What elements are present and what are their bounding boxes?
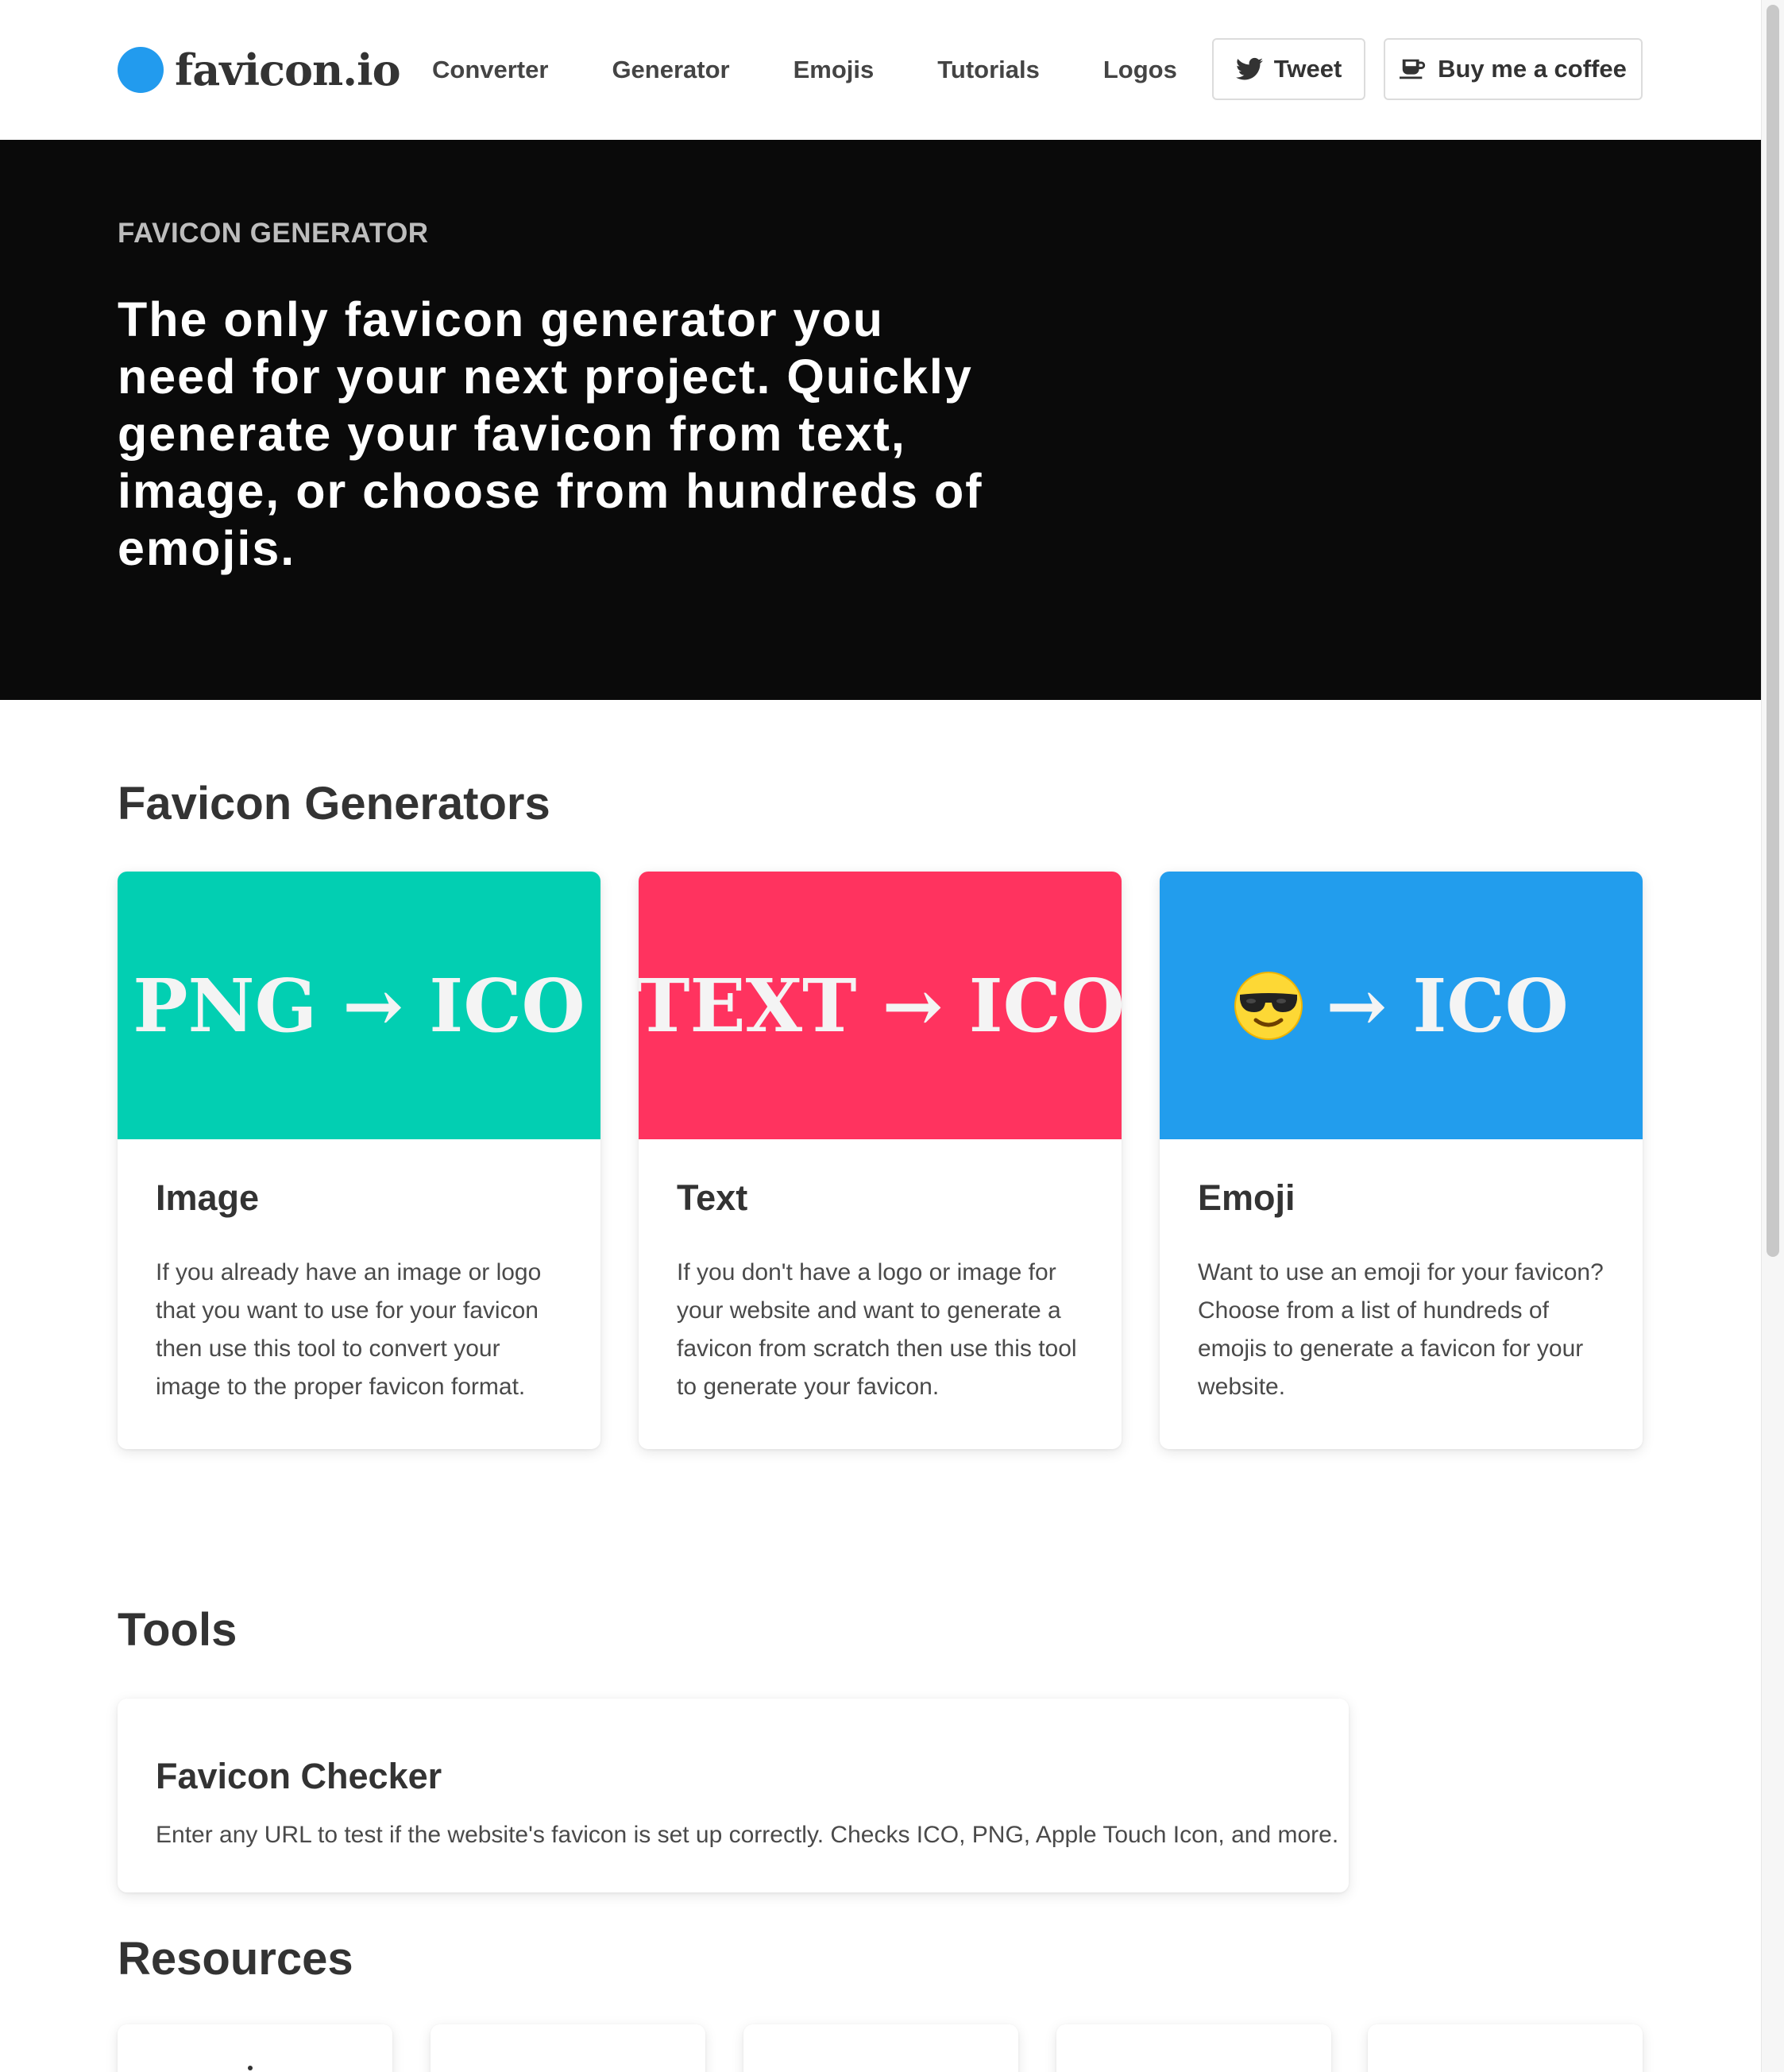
card-body: Text If you don't have a logo or image f… [639,1139,1122,1406]
sunglasses-emoji-icon [1234,971,1303,1041]
buy-me-a-coffee-button[interactable]: Buy me a coffee [1384,38,1643,100]
favicon-checker-card[interactable]: Favicon Checker Enter any URL to test if… [118,1699,1349,1892]
resource-card[interactable] [118,2024,392,2072]
card-title: Emoji [1198,1177,1296,1218]
tool-description: Enter any URL to test if the website's f… [156,1822,1339,1848]
site-header: favicon.io Converter Generator Emojis Tu… [0,0,1762,140]
nav-emojis[interactable]: Emojis [794,56,875,84]
card-title: Text [677,1177,748,1218]
tool-title: Favicon Checker [156,1756,442,1796]
text-generator-card[interactable]: TEXT → ICO Text If you don't have a logo… [639,872,1122,1449]
tweet-button-label: Tweet [1273,55,1342,83]
coffee-cup-icon [1400,56,1427,83]
hero-eyebrow: FAVICON GENERATOR [118,218,429,249]
page: favicon.io Converter Generator Emojis Tu… [0,0,1784,2072]
logo-dot-icon [118,47,164,93]
card-body: Image If you already have an image or lo… [118,1139,600,1406]
card-description: Want to use an emoji for your favicon? C… [1198,1259,1604,1400]
page-scrollbar[interactable] [1761,0,1784,2072]
logo-link[interactable]: favicon.io [118,40,401,100]
text-to-ico-banner: TEXT → ICO [639,872,1122,1139]
card-description: If you don't have a logo or image for yo… [677,1259,1077,1400]
hero-section: FAVICON GENERATOR The only favicon gener… [0,140,1762,700]
twitter-bird-icon [1235,56,1263,83]
resource-card[interactable] [1368,2024,1643,2072]
tweet-button[interactable]: Tweet [1212,38,1365,100]
emoji-to-ico-banner: → ICO [1160,872,1643,1139]
resource-card[interactable] [1056,2024,1331,2072]
nav-tutorials[interactable]: Tutorials [937,56,1040,84]
card-description: If you already have an image or logo tha… [156,1259,542,1400]
generators-heading: Favicon Generators [118,778,550,829]
hero-title: The only favicon generator you need for … [118,292,983,575]
tools-heading: Tools [118,1604,237,1656]
nav-logos[interactable]: Logos [1103,56,1177,84]
card-title: Image [156,1177,260,1218]
emoji-generator-card[interactable]: → ICO Emoji Want to use an emoji for you… [1160,872,1643,1449]
coffee-button-label: Buy me a coffee [1438,55,1627,83]
resource-card-mark [248,2066,253,2070]
resource-card[interactable] [743,2024,1018,2072]
resources-heading: Resources [118,1933,353,1985]
card-body: Emoji Want to use an emoji for your favi… [1160,1139,1643,1406]
nav-converter[interactable]: Converter [432,56,548,84]
resource-card[interactable] [431,2024,705,2072]
content-area: favicon.io Converter Generator Emojis Tu… [0,0,1762,2072]
emoji-banner-label: → ICO [1326,962,1569,1049]
main-nav: Converter Generator Emojis Tutorials Log… [432,48,1177,92]
png-to-ico-banner: PNG → ICO [118,872,600,1139]
scrollbar-thumb[interactable] [1767,5,1779,1257]
image-generator-card[interactable]: PNG → ICO Image If you already have an i… [118,872,600,1449]
logo-text: favicon.io [175,44,401,95]
nav-generator[interactable]: Generator [612,56,729,84]
